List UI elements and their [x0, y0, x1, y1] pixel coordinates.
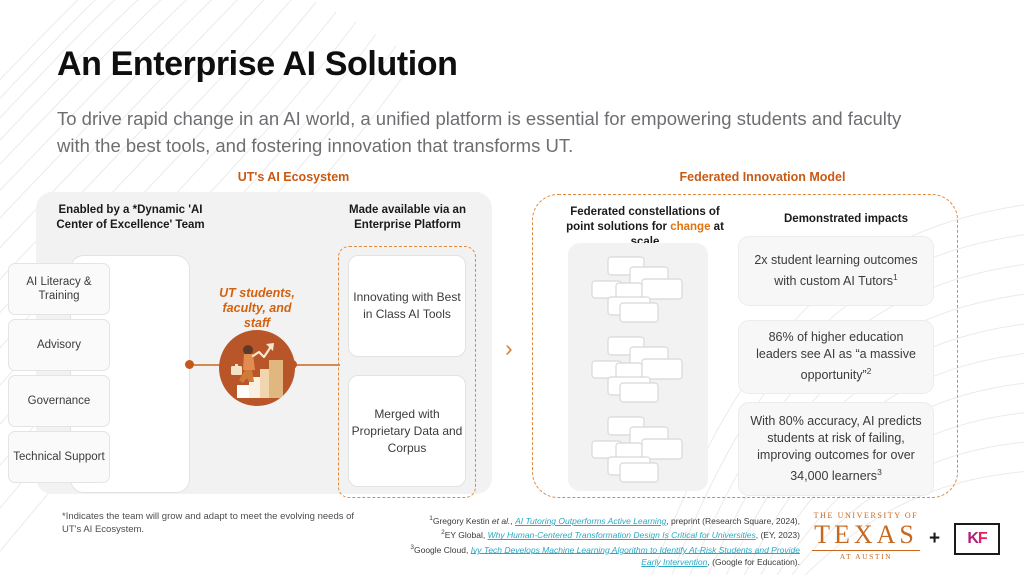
ut-austin-logo: THE UNIVERSITY OF TEXAS AT AUSTIN	[812, 511, 920, 561]
coe-item-technical-support[interactable]: Technical Support	[8, 431, 110, 483]
impact-text-1: 2x student learning outcomes with custom…	[754, 252, 918, 289]
footnote-left: *Indicates the team will grow and adapt …	[62, 511, 355, 535]
platform-item-merged-data[interactable]: Merged with Proprietary Data and Corpus	[348, 375, 466, 487]
footnote-ref-3: 3Google Cloud, Ivy Tech Develops Machine…	[396, 542, 800, 569]
kf-logo-k: K	[967, 530, 979, 547]
impact-note-2: 2	[866, 366, 872, 377]
impact-text-2: 86% of higher education leaders see AI a…	[756, 330, 916, 383]
ref-link-2[interactable]: Why Human-Centered Transformation Design…	[488, 530, 756, 540]
slide-canvas: An Enterprise AI Solution To drive rapid…	[0, 0, 1024, 575]
kf-logo-f: F	[977, 530, 988, 547]
page-title: An Enterprise AI Solution	[57, 45, 458, 83]
ref-link-1[interactable]: AI Tutoring Outperforms Active Learning	[515, 516, 666, 526]
ref-italic-1: et al.	[491, 515, 511, 526]
ut-logo-line2: TEXAS	[814, 520, 918, 549]
connector-line-right	[292, 364, 340, 366]
coe-heading: Enabled by a *Dynamic 'AI Center of Exce…	[56, 204, 205, 231]
ut-logo-line3: AT AUSTIN	[839, 552, 893, 561]
constellations-heading-highlight: change	[670, 221, 711, 233]
ref-pre-2: EY Global,	[444, 530, 488, 541]
impact-card-1[interactable]: 2x student learning outcomes with custom…	[738, 236, 934, 306]
impacts-heading: Demonstrated impacts	[784, 213, 908, 225]
chevron-right-icon: ›	[505, 335, 513, 361]
coe-item-ai-literacy[interactable]: AI Literacy & Training	[8, 263, 110, 315]
platform-item-innovating[interactable]: Innovating with Best in Class AI Tools	[348, 255, 466, 357]
ref-post-1: , preprint (Research Square, 2024),	[666, 515, 800, 526]
ref-pre-1: Gregory Kestin	[432, 515, 492, 526]
footnote-ref-1: 1Gregory Kestin et al., AI Tutoring Outp…	[396, 513, 800, 527]
plus-sign: +	[929, 528, 941, 549]
constellation-clusters	[568, 243, 708, 491]
audience-label: UT students, faculty, and staff	[219, 286, 295, 330]
platform-heading: Made available via an Enterprise Platfor…	[349, 204, 466, 231]
footnote-ref-2: 2EY Global, Why Human-Centered Transform…	[396, 527, 800, 541]
impact-note-1: 1	[893, 271, 898, 282]
section-caption-left: UT's AI Ecosystem	[237, 170, 350, 184]
coe-item-governance[interactable]: Governance	[8, 375, 110, 427]
ut-logo-line1: THE UNIVERSITY OF	[813, 511, 919, 520]
footnote-references: 1Gregory Kestin et al., AI Tutoring Outp…	[396, 513, 800, 568]
page-subtitle: To drive rapid change in an AI world, a …	[57, 108, 902, 156]
ref-pre-3: Google Cloud,	[413, 544, 471, 555]
section-caption-right: Federated Innovation Model	[679, 170, 846, 184]
impact-card-3[interactable]: With 80% accuracy, AI predicts students …	[738, 402, 934, 496]
person-climbing-stairs-illustration	[219, 330, 295, 406]
ref-post-2: , (EY, 2023)	[755, 530, 800, 541]
kf-logo: KF	[954, 523, 1000, 555]
ref-post-3: , (Google for Education).	[707, 556, 800, 567]
impact-card-2[interactable]: 86% of higher education leaders see AI a…	[738, 320, 934, 394]
impact-note-3: 3	[877, 466, 882, 477]
coe-item-advisory[interactable]: Advisory	[8, 319, 110, 371]
impact-text-3: With 80% accuracy, AI predicts students …	[750, 413, 922, 484]
ut-logo-rule	[812, 550, 920, 551]
connector-dot-left	[185, 360, 194, 369]
